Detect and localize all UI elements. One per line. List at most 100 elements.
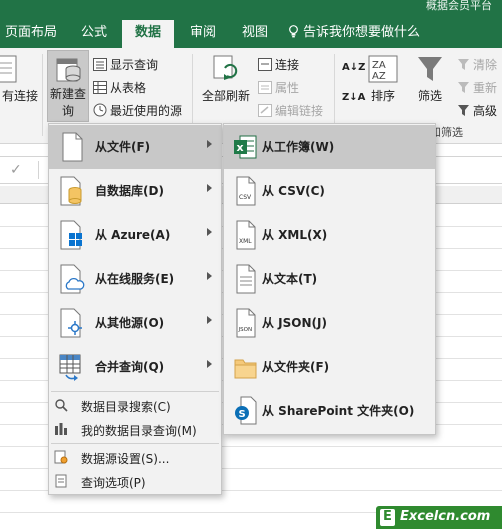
- merge-table-icon: [59, 354, 81, 381]
- other-source-icon: [60, 308, 82, 338]
- refresh-icon: [213, 55, 238, 80]
- new-query-label-2: 询: [61, 104, 74, 118]
- source-settings-icon: [54, 450, 68, 464]
- file-icon: [62, 132, 83, 162]
- submenu-item-from-csv[interactable]: CSV 从 CSV(C): [224, 169, 435, 213]
- edit-links-icon: [258, 104, 272, 117]
- sort-button[interactable]: ZA AZ 排序: [366, 54, 400, 105]
- menu-item-label: 我的数据目录查询(M): [81, 424, 197, 438]
- tell-me-label: 告诉我你想要做什么: [303, 25, 421, 40]
- submenu-item-from-xml[interactable]: XML 从 XML(X): [224, 213, 435, 257]
- menu-item-label: 数据源设置(S)...: [81, 452, 170, 466]
- reapply-label: 重新: [473, 81, 498, 95]
- recent-sources-button[interactable]: 最近使用的源: [93, 102, 182, 119]
- sort-descending-label: Z↓A: [342, 92, 366, 103]
- connections-label: 连接: [275, 58, 300, 72]
- menu-item-query-options[interactable]: 查询选项(P): [49, 470, 221, 492]
- clear-filter-button[interactable]: 清除: [457, 56, 497, 73]
- reapply-button[interactable]: 重新: [457, 79, 497, 96]
- advanced-filter-button[interactable]: 高级: [457, 102, 497, 119]
- from-table-label: 从表格: [110, 81, 147, 95]
- menu-item-label: 数据目录搜索(C): [81, 400, 171, 414]
- csv-icon-text: CSV: [239, 194, 252, 201]
- submenu-arrow-icon: [207, 316, 212, 324]
- refresh-all-button[interactable]: 全部刷新: [198, 54, 254, 105]
- new-query-menu: 从文件(F) 自数据库(D) 从 Azure(A) 从在线服务(E) 从其他源(…: [48, 123, 222, 495]
- clock-icon: [93, 103, 107, 117]
- connections-button[interactable]: 连接: [258, 56, 299, 73]
- tab-page-layout[interactable]: 页面布局: [0, 20, 62, 48]
- svg-text:x: x: [237, 141, 244, 154]
- menu-item-label: 从其他源(O): [95, 316, 165, 330]
- new-query-icon: [56, 58, 81, 82]
- menu-item-data-source-settings[interactable]: 数据源设置(S)...: [49, 446, 221, 468]
- sort-label: 排序: [370, 89, 395, 103]
- sharepoint-icon: S: [235, 396, 257, 425]
- window-title: 概据会员平台: [426, 0, 492, 12]
- check-icon[interactable]: ✓: [10, 162, 22, 178]
- submenu-item-from-text[interactable]: 从文本(T): [224, 257, 435, 301]
- sort-descending-button[interactable]: Z↓A: [342, 92, 365, 103]
- show-queries-icon: [93, 58, 107, 71]
- submenu-item-label: 从 XML(X): [262, 228, 328, 242]
- sort-icon: ZA AZ: [368, 55, 398, 83]
- csv-file-icon: CSV: [236, 176, 256, 206]
- menu-item-catalog-search[interactable]: 数据目录搜索(C): [49, 394, 221, 416]
- filter-button[interactable]: 筛选: [412, 54, 448, 105]
- properties-button[interactable]: 属性: [258, 79, 299, 96]
- database-icon: [60, 176, 82, 206]
- tab-view[interactable]: 视图: [232, 20, 278, 48]
- menu-item-from-file[interactable]: 从文件(F): [49, 125, 221, 169]
- tab-formulas[interactable]: 公式: [70, 20, 118, 48]
- menu-item-label: 查询选项(P): [81, 476, 146, 490]
- menu-item-from-other-sources[interactable]: 从其他源(O): [49, 301, 221, 345]
- submenu-item-label: 从文本(T): [262, 272, 318, 286]
- submenu-item-from-folder[interactable]: 从文件夹(F): [224, 345, 435, 389]
- filter-label: 筛选: [417, 89, 442, 103]
- json-icon-text: JSON: [238, 327, 253, 333]
- tab-review[interactable]: 审阅: [180, 20, 226, 48]
- submenu-item-from-sharepoint-folder[interactable]: S 从 SharePoint 文件夹(O): [224, 389, 435, 433]
- new-query-button[interactable]: 新建查 询: [47, 54, 89, 120]
- submenu-item-label: 从 JSON(J): [262, 316, 327, 330]
- lightbulb-icon: [289, 25, 298, 38]
- from-file-submenu: x 从工作簿(W) CSV 从 CSV(C) XML 从 XML(X) 从文本(…: [223, 123, 436, 435]
- menu-item-from-database[interactable]: 自数据库(D): [49, 169, 221, 213]
- excel-workbook-icon: x: [234, 135, 257, 159]
- submenu-arrow-icon: [207, 140, 212, 148]
- submenu-arrow-icon: [207, 228, 212, 236]
- submenu-item-label: 从 CSV(C): [262, 184, 325, 198]
- tab-data[interactable]: 数据: [122, 20, 174, 48]
- folder-icon: [234, 359, 257, 379]
- properties-label: 属性: [275, 81, 300, 95]
- menu-item-from-online-services[interactable]: 从在线服务(E): [49, 257, 221, 301]
- refresh-all-label: 全部刷新: [201, 89, 250, 103]
- text-file-icon: [236, 264, 256, 294]
- menu-item-from-azure[interactable]: 从 Azure(A): [49, 213, 221, 257]
- menu-item-combine-queries[interactable]: 合并查询(Q): [49, 345, 221, 389]
- edit-links-button[interactable]: 编辑链接: [258, 102, 323, 119]
- catalog-search-icon: [55, 399, 68, 412]
- submenu-arrow-icon: [207, 360, 212, 368]
- menu-item-label: 从文件(F): [95, 140, 151, 154]
- xml-file-icon: XML: [236, 220, 256, 250]
- from-table-button[interactable]: 从表格: [93, 79, 146, 96]
- submenu-arrow-icon: [207, 184, 212, 192]
- menu-separator: [51, 443, 219, 444]
- existing-connections-button[interactable]: 有连接: [0, 54, 40, 105]
- menu-item-my-catalog-queries[interactable]: 我的数据目录查询(M): [49, 418, 221, 440]
- existing-connections-icon: [0, 55, 17, 83]
- show-queries-label: 显示查询: [110, 58, 159, 72]
- menu-separator: [51, 391, 219, 392]
- sort-ascending-button[interactable]: A↓Z: [342, 62, 365, 73]
- tell-me-search[interactable]: 告诉我你想要做什么: [288, 20, 428, 48]
- reapply-icon: [458, 82, 469, 93]
- submenu-item-from-workbook[interactable]: x 从工作簿(W): [224, 125, 435, 169]
- show-queries-button[interactable]: 显示查询: [93, 56, 158, 73]
- svg-text:ZA: ZA: [372, 60, 386, 71]
- sort-ascending-label: A↓Z: [342, 62, 366, 73]
- svg-text:AZ: AZ: [372, 71, 386, 82]
- menu-item-label: 自数据库(D): [95, 184, 164, 198]
- submenu-item-from-json[interactable]: JSON 从 JSON(J): [224, 301, 435, 345]
- formula-bar-separator: [38, 161, 39, 179]
